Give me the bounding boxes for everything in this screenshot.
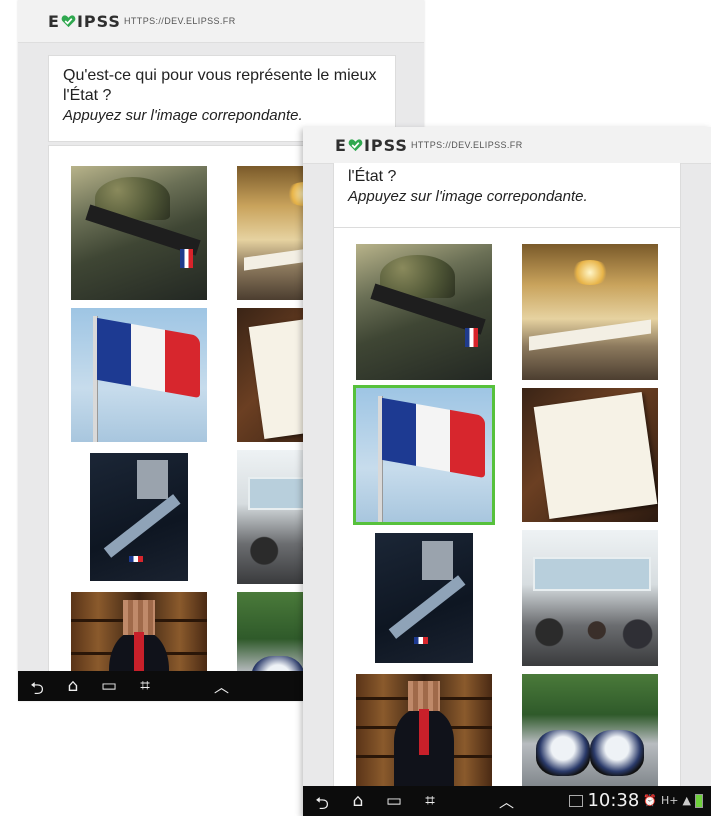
image-notification-icon [569,794,584,807]
image-option-soldier[interactable] [71,166,207,300]
android-nav-bar: ⮌ ⌂ ▭ ⌗ ︿ 10:38 ⏰ H+ ▲ [303,786,711,816]
image-option-french-flag[interactable] [353,385,495,525]
image-option-constitution-book[interactable] [522,388,658,522]
image-option-soldier[interactable] [356,244,492,380]
screenshot-icon[interactable]: ⌗ [134,676,156,701]
image-option-french-flag[interactable] [71,308,207,442]
elipss-logo[interactable]: E IPSS [335,136,408,155]
signal-icon: ▲ [682,794,691,807]
app-header: E IPSS HTTPS://DEV.ELIPSS.FR [18,0,424,43]
image-option-public-office[interactable] [522,530,658,666]
phone-screen-front: E IPSS HTTPS://DEV.ELIPSS.FR l'État ? Ap… [303,127,711,816]
elipss-logo[interactable]: E IPSS [48,12,121,31]
back-icon[interactable]: ⮌ [26,676,48,701]
clock: 10:38 [587,790,640,811]
image-option-poster[interactable] [356,530,492,666]
recent-apps-icon[interactable]: ▭ [98,676,120,701]
home-icon[interactable]: ⌂ [62,676,84,701]
alarm-icon: ⏰ [643,794,658,807]
question-text: l'État ? [348,168,397,185]
question-card: l'État ? Appuyez sur l'image correpondan… [333,163,681,234]
network-type: H+ [661,794,679,807]
status-bar: 10:38 ⏰ H+ ▲ [569,790,703,811]
image-option-poster[interactable] [71,450,207,584]
image-option-police-motorcycles[interactable] [522,674,658,790]
app-header: E IPSS HTTPS://DEV.ELIPSS.FR [303,127,711,164]
image-option-official-portrait[interactable] [356,674,492,790]
site-url: HTTPS://DEV.ELIPSS.FR [411,140,523,150]
screenshot-icon[interactable]: ⌗ [419,791,441,816]
heart-check-icon [61,15,76,28]
question-hint: Appuyez sur l'image correpondante. [63,107,303,124]
heart-check-icon [348,139,363,152]
site-url: HTTPS://DEV.ELIPSS.FR [124,16,236,26]
home-icon[interactable]: ⌂ [347,791,369,816]
image-choice-grid [333,227,681,816]
back-icon[interactable]: ⮌ [311,791,333,816]
recent-apps-icon[interactable]: ▭ [383,791,405,816]
question-hint: Appuyez sur l'image correpondante. [348,188,588,205]
chevron-up-icon[interactable]: ︿ [499,791,514,812]
question-text: Qu'est-ce qui pour vous représente le mi… [63,67,377,104]
chevron-up-icon[interactable]: ︿ [214,676,229,697]
image-option-elysee-hall[interactable] [522,244,658,380]
battery-icon [695,793,703,808]
